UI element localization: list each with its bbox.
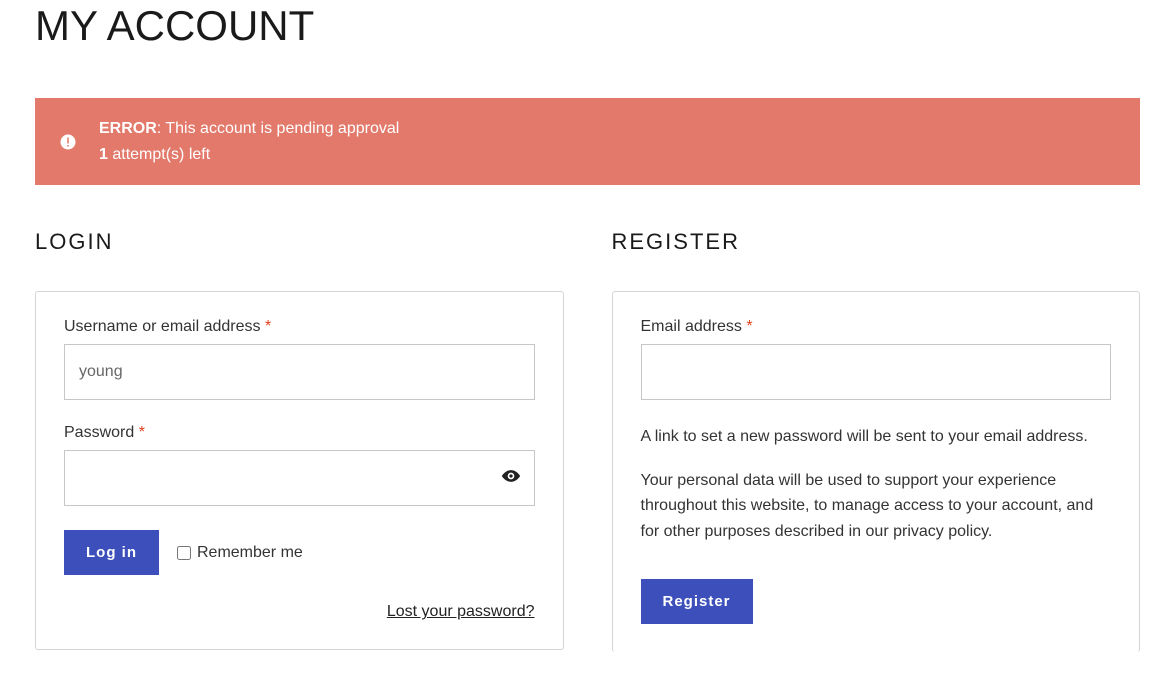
- required-marker: *: [139, 424, 145, 441]
- email-label: Email address *: [641, 318, 1112, 336]
- lost-password-link[interactable]: Lost your password?: [387, 603, 535, 620]
- password-label: Password *: [64, 424, 535, 442]
- show-password-icon[interactable]: [501, 469, 521, 487]
- username-input[interactable]: [64, 344, 535, 400]
- register-column: REGISTER Email address * A link to set a…: [612, 229, 1141, 651]
- username-label: Username or email address *: [64, 318, 535, 336]
- error-message: ERROR: This account is pending approval …: [99, 116, 399, 167]
- login-column: LOGIN Username or email address * Passwo…: [35, 229, 564, 651]
- remember-me-checkbox[interactable]: [177, 546, 191, 560]
- required-marker: *: [746, 318, 752, 335]
- login-heading: LOGIN: [35, 229, 564, 255]
- register-info-2: Your personal data will be used to suppo…: [641, 468, 1112, 545]
- page-title: MY ACCOUNT: [35, 2, 1140, 50]
- register-form: Email address * A link to set a new pass…: [612, 291, 1141, 651]
- register-button[interactable]: Register: [641, 579, 753, 624]
- error-label: ERROR: [99, 120, 157, 137]
- attempts-text: attempt(s) left: [108, 146, 210, 163]
- password-input[interactable]: [64, 450, 535, 506]
- login-form: Username or email address * Password *: [35, 291, 564, 650]
- password-label-text: Password: [64, 424, 139, 441]
- email-input[interactable]: [641, 344, 1112, 400]
- required-marker: *: [265, 318, 271, 335]
- remember-me[interactable]: Remember me: [177, 544, 303, 562]
- register-heading: REGISTER: [612, 229, 1141, 255]
- error-text: : This account is pending approval: [157, 120, 400, 137]
- error-banner: ERROR: This account is pending approval …: [35, 98, 1140, 185]
- login-button[interactable]: Log in: [64, 530, 159, 575]
- attempts-count: 1: [99, 146, 108, 163]
- username-label-text: Username or email address: [64, 318, 265, 335]
- email-label-text: Email address: [641, 318, 747, 335]
- error-icon: [59, 133, 77, 151]
- remember-me-label: Remember me: [197, 544, 303, 562]
- register-info-1: A link to set a new password will be sen…: [641, 424, 1112, 450]
